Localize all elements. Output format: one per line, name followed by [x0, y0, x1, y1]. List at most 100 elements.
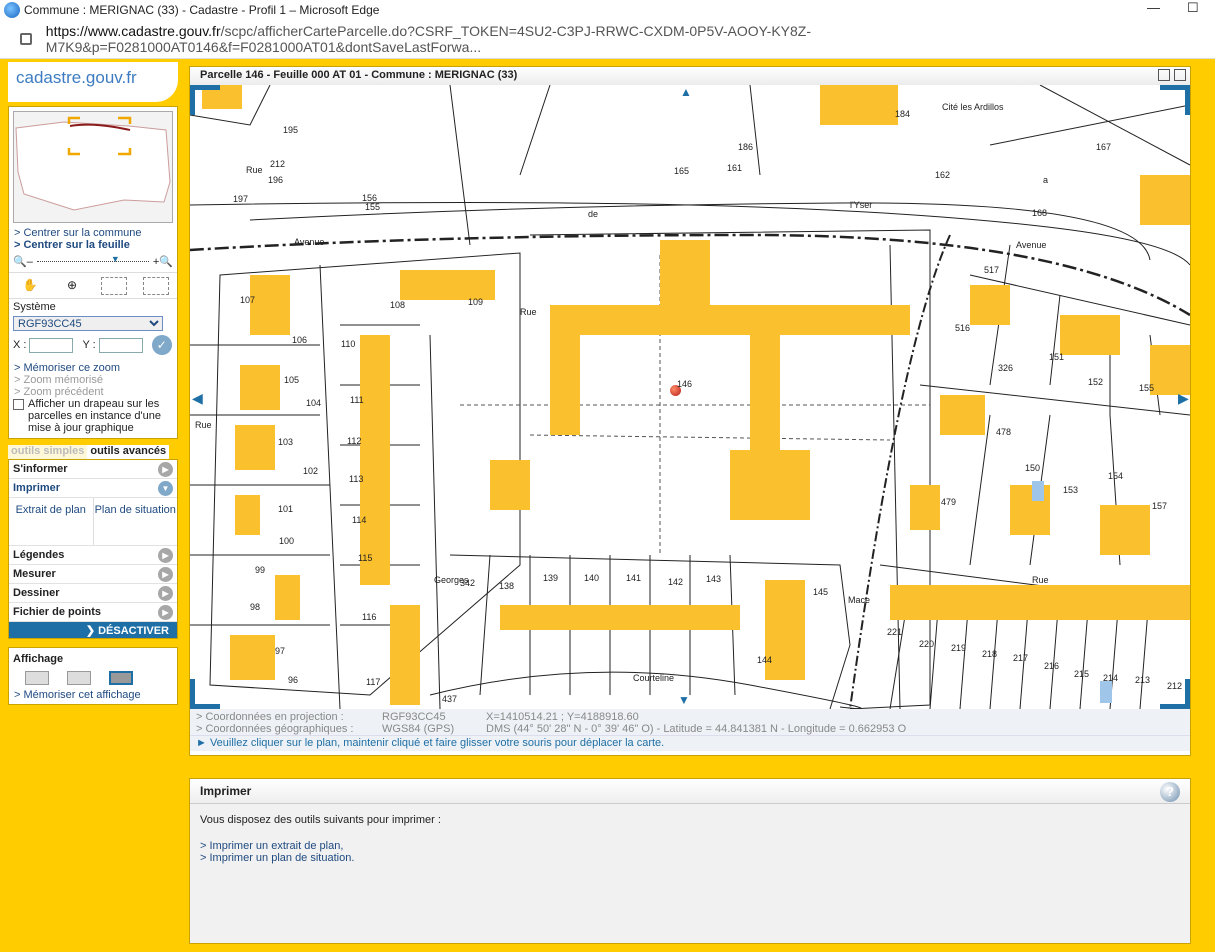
zoom-slider[interactable]: ▼	[36, 254, 149, 264]
menu-mesurer[interactable]: Mesurer ▶	[9, 565, 177, 584]
menu-legendes[interactable]: Légendes ▶	[9, 546, 177, 565]
building	[230, 635, 275, 680]
lock-icon[interactable]	[20, 32, 32, 45]
building	[250, 275, 290, 335]
zoom-in-icon[interactable]: 🔍	[159, 255, 173, 268]
print-body: Vous disposez des outils suivants pour i…	[190, 804, 1190, 874]
cadastre-map[interactable]: 195 212 196 197 156 155 184 186 165 161 162 167 a 168…	[190, 85, 1190, 709]
map-label: Avenue	[294, 237, 325, 247]
map-label: 155	[1139, 383, 1155, 393]
display-mode-1[interactable]	[25, 671, 49, 685]
map-label: 151	[1049, 352, 1065, 362]
minus-icon[interactable]: –	[27, 256, 33, 268]
hand-icon[interactable]: ✋	[17, 277, 43, 295]
map-label: Avenue	[1016, 240, 1047, 250]
map-label: Rue	[195, 420, 212, 430]
building	[240, 365, 280, 410]
display-mode-2[interactable]	[67, 671, 91, 685]
building	[1010, 485, 1050, 535]
map-label: 141	[626, 573, 642, 583]
map-label: 116	[362, 612, 377, 622]
map-label: 165	[674, 166, 690, 176]
print-situation-link[interactable]: > Imprimer un plan de situation.	[200, 852, 1180, 864]
map-title: Parcelle 146 - Feuille 000 AT 01 - Commu…	[190, 67, 1190, 85]
arrow-right-icon: ▶	[158, 547, 173, 563]
minimize-icon[interactable]: —	[1147, 0, 1160, 15]
map-label: Rue	[246, 165, 263, 175]
pan-right-icon[interactable]: ▶	[1178, 390, 1189, 407]
slider-handle-icon[interactable]: ▼	[111, 254, 120, 264]
pan-down-icon[interactable]: ▼	[678, 693, 690, 707]
restore-icon[interactable]	[1158, 69, 1170, 81]
memorize-zoom-link[interactable]: > Mémoriser ce zoom	[9, 362, 177, 374]
map-label: 152	[1088, 377, 1104, 387]
print-submenu: Extrait de plan Plan de situation	[9, 498, 177, 546]
building	[500, 605, 740, 630]
tab-advanced-tools[interactable]: outils avancés	[87, 445, 170, 459]
map-label: 100	[279, 536, 295, 546]
map-label: 326	[998, 363, 1014, 373]
y-input[interactable]	[98, 337, 143, 353]
print-extract-link[interactable]: > Imprimer un extrait de plan,	[200, 840, 1180, 852]
memorize-display-link[interactable]: > Mémoriser cet affichage	[9, 689, 177, 701]
select-rect-icon[interactable]	[101, 276, 127, 295]
extrait-plan-button[interactable]: Extrait de plan	[9, 498, 93, 545]
plan-situation-button[interactable]: Plan de situation	[92, 498, 178, 545]
maximize-icon[interactable]: ☐	[1187, 0, 1199, 16]
map-label: 517	[984, 265, 1000, 275]
map-label: 218	[982, 649, 998, 659]
edge-logo-icon	[4, 1, 20, 18]
building	[940, 395, 985, 435]
display-mode-3[interactable]	[109, 671, 133, 685]
map-label: 143	[706, 574, 722, 584]
pan-up-icon[interactable]: ▲	[680, 85, 692, 99]
zoom-out-icon[interactable]: 🔍	[13, 255, 27, 268]
map-label: 437	[442, 694, 458, 704]
flag-checkbox[interactable]	[13, 399, 24, 410]
site-logo[interactable]: cadastre.gouv.fr	[8, 62, 178, 102]
map-label: Cité les Ardillos	[942, 102, 1004, 112]
zoom-rect-icon[interactable]	[143, 276, 169, 295]
map-label: 99	[255, 565, 266, 575]
print-title: Imprimer	[200, 784, 252, 798]
center-feuille-link[interactable]: > Centrer sur la feuille	[9, 239, 177, 251]
map-label: 197	[233, 194, 249, 204]
url-text[interactable]: https://www.cadastre.gouv.fr/scpc/affich…	[46, 23, 1215, 55]
map-label: 138	[499, 581, 515, 591]
map-label: 215	[1074, 669, 1090, 679]
menu-informer[interactable]: S'informer ▶	[9, 460, 177, 479]
map-label: 167	[1096, 142, 1112, 152]
map-corner	[1160, 85, 1190, 115]
building	[1150, 345, 1190, 395]
flag-text: Afficher un drapeau sur les parcelles en…	[28, 398, 161, 434]
tab-simple-tools[interactable]: outils simples	[8, 445, 88, 459]
menu-fichier-points[interactable]: Fichier de points ▶	[9, 603, 177, 622]
validate-button[interactable]: ✓	[151, 335, 172, 355]
help-icon[interactable]: ?	[1160, 782, 1180, 802]
pan-left-icon[interactable]: ◀	[192, 390, 203, 407]
map-label: a	[1043, 175, 1049, 185]
menu-dessiner[interactable]: Dessiner ▶	[9, 584, 177, 603]
water-feature	[1100, 681, 1112, 703]
maximize-icon[interactable]	[1174, 69, 1186, 81]
map-label: 108	[390, 300, 406, 310]
building	[750, 320, 780, 460]
arrow-right-icon: ▶	[158, 461, 173, 477]
map-label: 98	[250, 602, 261, 612]
print-header: Imprimer ?	[190, 779, 1190, 804]
crosshair-icon[interactable]: ⊕	[59, 277, 85, 295]
map-corner	[190, 85, 220, 115]
overview-map[interactable]	[13, 111, 173, 223]
system-select[interactable]: RGF93CC45	[13, 316, 163, 331]
building	[1060, 315, 1120, 355]
map-label: 195	[283, 125, 299, 135]
map-label: 184	[895, 109, 911, 119]
map-label: 103	[278, 437, 294, 447]
map-label: 142	[668, 577, 684, 587]
x-input[interactable]	[29, 337, 74, 353]
menu-imprimer[interactable]: Imprimer ▼	[9, 479, 177, 498]
deactivate-button[interactable]: ❯ DÉSACTIVER	[9, 622, 177, 638]
affichage-panel: Affichage > Mémoriser cet affichage	[8, 647, 178, 705]
address-bar[interactable]: https://www.cadastre.gouv.fr/scpc/affich…	[0, 19, 1215, 59]
center-commune-link[interactable]: > Centrer sur la commune	[9, 227, 177, 239]
